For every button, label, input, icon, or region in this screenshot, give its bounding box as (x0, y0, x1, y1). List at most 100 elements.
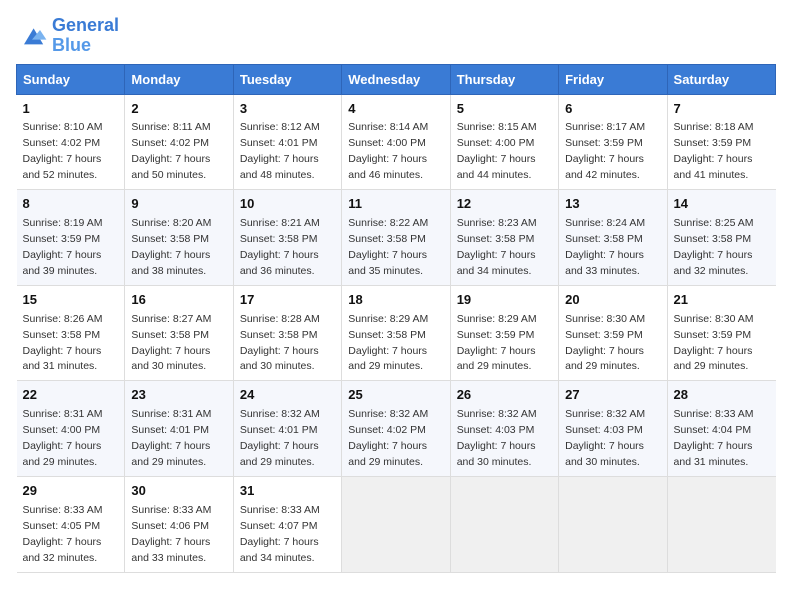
weekday-header-cell: Sunday (17, 64, 125, 94)
calendar-cell: 17 Sunrise: 8:28 AMSunset: 3:58 PMDaylig… (233, 285, 341, 381)
calendar-cell: 1 Sunrise: 8:10 AMSunset: 4:02 PMDayligh… (17, 94, 125, 190)
day-number: 22 (23, 386, 119, 405)
day-number: 7 (674, 100, 770, 119)
day-info: Sunrise: 8:33 AMSunset: 4:05 PMDaylight:… (23, 504, 103, 564)
weekday-header-cell: Saturday (667, 64, 775, 94)
logo-text: General Blue (52, 16, 119, 56)
day-number: 1 (23, 100, 119, 119)
calendar-cell: 15 Sunrise: 8:26 AMSunset: 3:58 PMDaylig… (17, 285, 125, 381)
calendar-cell: 14 Sunrise: 8:25 AMSunset: 3:58 PMDaylig… (667, 190, 775, 286)
logo-icon (16, 22, 48, 50)
calendar-cell: 30 Sunrise: 8:33 AMSunset: 4:06 PMDaylig… (125, 476, 233, 572)
day-info: Sunrise: 8:20 AMSunset: 3:58 PMDaylight:… (131, 217, 211, 277)
calendar-cell: 11 Sunrise: 8:22 AMSunset: 3:58 PMDaylig… (342, 190, 450, 286)
calendar-cell (559, 476, 667, 572)
calendar-cell: 6 Sunrise: 8:17 AMSunset: 3:59 PMDayligh… (559, 94, 667, 190)
calendar-cell: 27 Sunrise: 8:32 AMSunset: 4:03 PMDaylig… (559, 381, 667, 477)
day-number: 18 (348, 291, 443, 310)
day-number: 5 (457, 100, 552, 119)
day-info: Sunrise: 8:12 AMSunset: 4:01 PMDaylight:… (240, 121, 320, 181)
day-number: 25 (348, 386, 443, 405)
day-number: 31 (240, 482, 335, 501)
calendar-cell: 24 Sunrise: 8:32 AMSunset: 4:01 PMDaylig… (233, 381, 341, 477)
calendar-cell: 19 Sunrise: 8:29 AMSunset: 3:59 PMDaylig… (450, 285, 558, 381)
day-number: 17 (240, 291, 335, 310)
day-info: Sunrise: 8:31 AMSunset: 4:00 PMDaylight:… (23, 408, 103, 468)
weekday-header-cell: Monday (125, 64, 233, 94)
weekday-header-cell: Friday (559, 64, 667, 94)
calendar-cell: 7 Sunrise: 8:18 AMSunset: 3:59 PMDayligh… (667, 94, 775, 190)
day-info: Sunrise: 8:29 AMSunset: 3:58 PMDaylight:… (348, 313, 428, 373)
day-info: Sunrise: 8:11 AMSunset: 4:02 PMDaylight:… (131, 121, 210, 181)
day-info: Sunrise: 8:32 AMSunset: 4:03 PMDaylight:… (457, 408, 537, 468)
day-info: Sunrise: 8:30 AMSunset: 3:59 PMDaylight:… (565, 313, 645, 373)
calendar-week-row: 8 Sunrise: 8:19 AMSunset: 3:59 PMDayligh… (17, 190, 776, 286)
calendar-cell: 28 Sunrise: 8:33 AMSunset: 4:04 PMDaylig… (667, 381, 775, 477)
calendar-cell: 16 Sunrise: 8:27 AMSunset: 3:58 PMDaylig… (125, 285, 233, 381)
calendar-cell: 12 Sunrise: 8:23 AMSunset: 3:58 PMDaylig… (450, 190, 558, 286)
day-info: Sunrise: 8:32 AMSunset: 4:01 PMDaylight:… (240, 408, 320, 468)
day-info: Sunrise: 8:21 AMSunset: 3:58 PMDaylight:… (240, 217, 320, 277)
calendar-week-row: 22 Sunrise: 8:31 AMSunset: 4:00 PMDaylig… (17, 381, 776, 477)
day-info: Sunrise: 8:25 AMSunset: 3:58 PMDaylight:… (674, 217, 754, 277)
calendar-week-row: 15 Sunrise: 8:26 AMSunset: 3:58 PMDaylig… (17, 285, 776, 381)
calendar-cell (667, 476, 775, 572)
day-info: Sunrise: 8:26 AMSunset: 3:58 PMDaylight:… (23, 313, 103, 373)
calendar-cell: 22 Sunrise: 8:31 AMSunset: 4:00 PMDaylig… (17, 381, 125, 477)
page-header: General Blue (16, 16, 776, 56)
day-number: 8 (23, 195, 119, 214)
day-number: 2 (131, 100, 226, 119)
day-info: Sunrise: 8:14 AMSunset: 4:00 PMDaylight:… (348, 121, 428, 181)
calendar-cell: 21 Sunrise: 8:30 AMSunset: 3:59 PMDaylig… (667, 285, 775, 381)
day-info: Sunrise: 8:32 AMSunset: 4:03 PMDaylight:… (565, 408, 645, 468)
calendar-cell: 5 Sunrise: 8:15 AMSunset: 4:00 PMDayligh… (450, 94, 558, 190)
calendar-cell: 20 Sunrise: 8:30 AMSunset: 3:59 PMDaylig… (559, 285, 667, 381)
day-number: 30 (131, 482, 226, 501)
day-number: 23 (131, 386, 226, 405)
day-number: 26 (457, 386, 552, 405)
calendar-cell: 4 Sunrise: 8:14 AMSunset: 4:00 PMDayligh… (342, 94, 450, 190)
calendar-cell: 13 Sunrise: 8:24 AMSunset: 3:58 PMDaylig… (559, 190, 667, 286)
weekday-header-row: SundayMondayTuesdayWednesdayThursdayFrid… (17, 64, 776, 94)
day-number: 9 (131, 195, 226, 214)
calendar-cell: 25 Sunrise: 8:32 AMSunset: 4:02 PMDaylig… (342, 381, 450, 477)
calendar-cell: 3 Sunrise: 8:12 AMSunset: 4:01 PMDayligh… (233, 94, 341, 190)
calendar-cell: 8 Sunrise: 8:19 AMSunset: 3:59 PMDayligh… (17, 190, 125, 286)
day-info: Sunrise: 8:33 AMSunset: 4:07 PMDaylight:… (240, 504, 320, 564)
day-info: Sunrise: 8:31 AMSunset: 4:01 PMDaylight:… (131, 408, 211, 468)
calendar-cell (450, 476, 558, 572)
calendar-week-row: 1 Sunrise: 8:10 AMSunset: 4:02 PMDayligh… (17, 94, 776, 190)
day-number: 24 (240, 386, 335, 405)
day-number: 11 (348, 195, 443, 214)
day-number: 29 (23, 482, 119, 501)
day-info: Sunrise: 8:33 AMSunset: 4:06 PMDaylight:… (131, 504, 211, 564)
logo: General Blue (16, 16, 119, 56)
day-info: Sunrise: 8:23 AMSunset: 3:58 PMDaylight:… (457, 217, 537, 277)
day-info: Sunrise: 8:19 AMSunset: 3:59 PMDaylight:… (23, 217, 103, 277)
day-info: Sunrise: 8:24 AMSunset: 3:58 PMDaylight:… (565, 217, 645, 277)
day-info: Sunrise: 8:10 AMSunset: 4:02 PMDaylight:… (23, 121, 103, 181)
weekday-header-cell: Wednesday (342, 64, 450, 94)
day-number: 3 (240, 100, 335, 119)
day-number: 13 (565, 195, 660, 214)
day-number: 14 (674, 195, 770, 214)
day-info: Sunrise: 8:18 AMSunset: 3:59 PMDaylight:… (674, 121, 754, 181)
day-info: Sunrise: 8:27 AMSunset: 3:58 PMDaylight:… (131, 313, 211, 373)
calendar-table: SundayMondayTuesdayWednesdayThursdayFrid… (16, 64, 776, 573)
day-info: Sunrise: 8:28 AMSunset: 3:58 PMDaylight:… (240, 313, 320, 373)
day-number: 19 (457, 291, 552, 310)
calendar-cell: 18 Sunrise: 8:29 AMSunset: 3:58 PMDaylig… (342, 285, 450, 381)
calendar-body: 1 Sunrise: 8:10 AMSunset: 4:02 PMDayligh… (17, 94, 776, 572)
day-info: Sunrise: 8:15 AMSunset: 4:00 PMDaylight:… (457, 121, 537, 181)
calendar-cell: 31 Sunrise: 8:33 AMSunset: 4:07 PMDaylig… (233, 476, 341, 572)
day-info: Sunrise: 8:32 AMSunset: 4:02 PMDaylight:… (348, 408, 428, 468)
calendar-cell: 2 Sunrise: 8:11 AMSunset: 4:02 PMDayligh… (125, 94, 233, 190)
day-info: Sunrise: 8:22 AMSunset: 3:58 PMDaylight:… (348, 217, 428, 277)
weekday-header-cell: Tuesday (233, 64, 341, 94)
day-number: 6 (565, 100, 660, 119)
calendar-cell (342, 476, 450, 572)
weekday-header-cell: Thursday (450, 64, 558, 94)
day-info: Sunrise: 8:17 AMSunset: 3:59 PMDaylight:… (565, 121, 645, 181)
calendar-week-row: 29 Sunrise: 8:33 AMSunset: 4:05 PMDaylig… (17, 476, 776, 572)
day-number: 4 (348, 100, 443, 119)
